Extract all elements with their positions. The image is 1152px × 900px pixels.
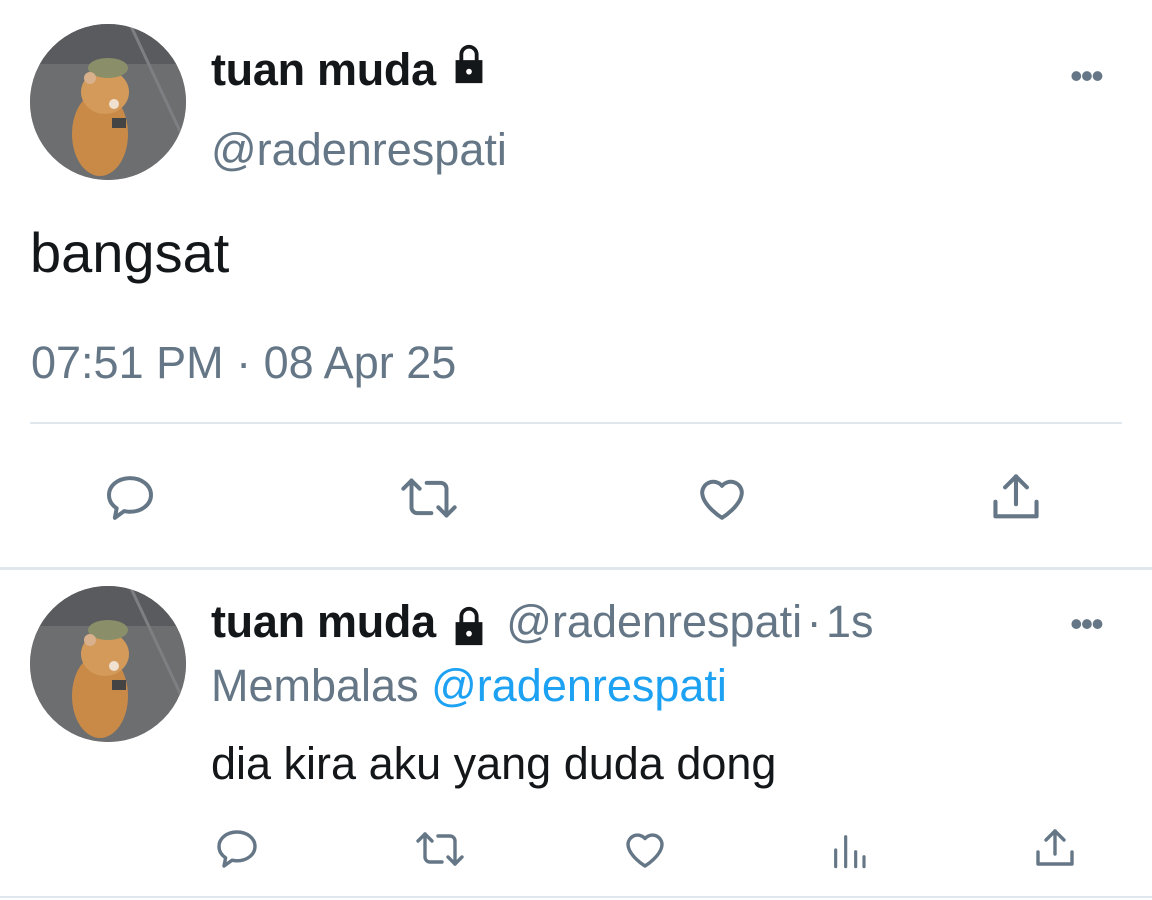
replying-to: Membalas @radenrespati	[211, 660, 727, 712]
retweet-icon[interactable]	[412, 824, 468, 874]
avatar[interactable]	[30, 24, 186, 180]
lock-icon	[446, 603, 492, 654]
replying-to-link[interactable]: @radenrespati	[431, 660, 727, 711]
tweet-separator	[0, 567, 1152, 570]
reply-icon[interactable]	[100, 468, 160, 528]
bottom-divider	[0, 896, 1152, 898]
lock-icon	[446, 41, 492, 98]
tweet-text: dia kira aku yang duda dong	[211, 738, 777, 789]
analytics-icon[interactable]	[826, 826, 872, 874]
display-name[interactable]: tuan muda	[211, 44, 492, 102]
divider	[30, 422, 1122, 424]
more-options-icon[interactable]: •••	[1070, 606, 1104, 642]
share-icon[interactable]	[986, 466, 1046, 528]
share-icon[interactable]	[1030, 822, 1080, 874]
display-name-text: tuan muda	[211, 44, 436, 95]
like-icon[interactable]	[692, 468, 752, 528]
retweet-icon[interactable]	[396, 468, 462, 528]
handle[interactable]: @radenrespati	[506, 596, 802, 647]
hamster-avatar-image	[30, 586, 186, 742]
tweet-age[interactable]: 1s	[826, 596, 874, 647]
reply-header: tuan muda @radenrespati · 1s	[211, 596, 874, 658]
reply-icon[interactable]	[212, 824, 262, 874]
replying-prefix: Membalas	[211, 660, 419, 711]
hamster-avatar-image	[30, 24, 186, 180]
like-icon[interactable]	[620, 824, 670, 874]
separator: ·	[806, 596, 822, 647]
display-name[interactable]: tuan muda	[211, 596, 436, 647]
timestamp[interactable]: 07:51 PM · 08 Apr 25	[31, 337, 456, 389]
avatar[interactable]	[30, 586, 186, 742]
more-options-icon[interactable]: •••	[1070, 58, 1104, 94]
tweet-text: bangsat	[30, 221, 230, 284]
handle[interactable]: @radenrespati	[211, 124, 507, 176]
